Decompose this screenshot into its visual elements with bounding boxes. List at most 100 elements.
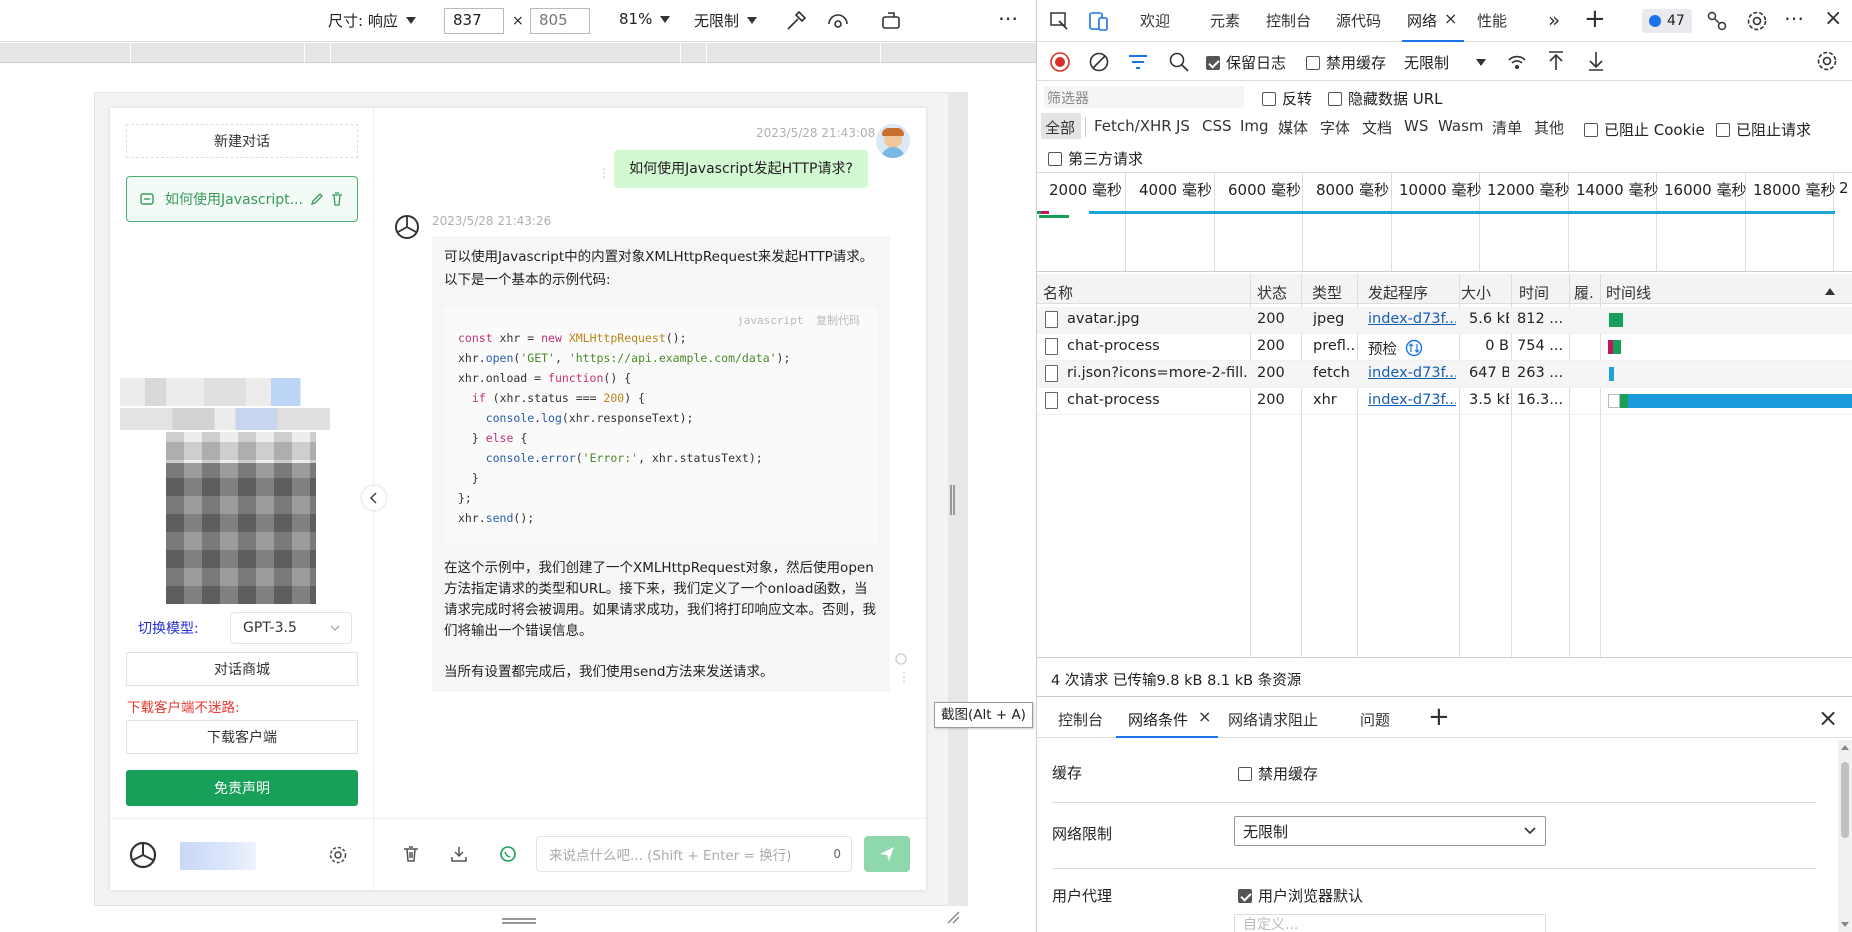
filter-input[interactable]: 筛选器 [1044,86,1244,108]
type-filter-js[interactable]: JS [1176,117,1190,135]
tab-network[interactable]: 网络 [1407,10,1437,31]
collapse-sidebar-button[interactable] [362,486,386,510]
type-filter-manifest[interactable]: 清单 [1492,117,1522,138]
custom-user-agent-select[interactable]: 自定义... [1234,914,1546,932]
type-filter-fetch[interactable]: Fetch/XHR [1094,117,1172,135]
throttle-dropdown[interactable]: 无限制 [694,10,758,31]
column-status[interactable]: 状态 [1257,282,1287,303]
width-input[interactable]: 837 [444,8,504,34]
type-filter-wasm[interactable]: Wasm [1438,117,1484,135]
drawer-tab-request-blocking[interactable]: 网络请求阻止 [1228,709,1318,730]
resize-handle-right[interactable] [950,485,955,515]
tab-performance[interactable]: 性能 [1477,10,1507,31]
column-size[interactable]: 大小 [1461,282,1491,303]
device-emulation-icon[interactable] [1088,9,1110,33]
whatsapp-icon[interactable] [499,845,517,863]
disclaimer-button[interactable]: 免责声明 [126,770,358,806]
row-initiator-link[interactable]: index-d73f... [1368,365,1456,381]
row-initiator-link[interactable]: index-d73f... [1368,311,1456,327]
message-menu-icon[interactable]: ⋮ [898,671,910,683]
chat-input[interactable]: 来说点什么吧... (Shift + Enter = 换行) 0 [536,836,852,872]
user-agent-default-checkbox[interactable]: 用户浏览器默认 [1238,885,1363,906]
filter-icon[interactable] [1128,53,1148,71]
import-har-icon[interactable] [1546,50,1566,72]
network-throttle-select[interactable]: 无限制 [1234,816,1546,846]
tab-sources[interactable]: 源代码 [1336,10,1381,31]
new-chat-button[interactable]: 新建对话 [126,124,358,158]
tab-console[interactable]: 控制台 [1266,10,1311,31]
more-options-icon[interactable]: ⋯ [998,6,1018,30]
drawer-tab-issues[interactable]: 问题 [1360,709,1390,730]
model-select[interactable]: GPT-3.5 [230,612,352,644]
delete-icon[interactable] [329,191,345,207]
sensor-icon[interactable] [826,10,850,32]
disable-cache-checkbox[interactable]: 禁用缓存 [1306,52,1386,73]
hide-data-url-checkbox[interactable]: 隐藏数据 URL [1328,88,1443,109]
more-options-icon[interactable]: ⋯ [1784,6,1804,30]
rotate-device-icon[interactable] [880,9,904,31]
drawer-tab-network-conditions[interactable]: 网络条件 [1128,709,1188,730]
column-initiator[interactable]: 发起程序 [1368,282,1428,303]
invert-checkbox[interactable]: 反转 [1262,88,1312,109]
resize-handle-bottom[interactable] [502,918,536,924]
copy-code-button[interactable]: 复制代码 [816,314,860,327]
drawer-scrollbar[interactable] [1838,740,1852,932]
add-tab-icon[interactable]: + [1428,702,1450,732]
type-filter-css[interactable]: CSS [1202,117,1232,135]
chat-item-active[interactable]: 如何使用Javascript... [126,176,358,222]
type-filter-doc[interactable]: 文档 [1362,117,1392,138]
record-stop-icon[interactable] [1049,51,1071,73]
connections-icon[interactable] [1706,10,1728,32]
close-tab-icon[interactable]: × [1198,707,1211,726]
resize-corner-icon[interactable] [946,910,960,924]
media-query-ruler[interactable] [0,43,1036,63]
scroll-down-icon[interactable] [1838,920,1852,930]
throttle-select[interactable]: 无限制 [1404,52,1486,73]
table-row[interactable]: ri.json?icons=more-2-fill... 200 fetch i… [1037,361,1852,388]
edit-icon[interactable] [309,191,325,207]
dimensions-dropdown[interactable]: 尺寸: 响应 [328,10,416,31]
table-row[interactable]: avatar.jpg 200 jpeg index-d73f... 5.6 kB… [1037,307,1852,334]
column-fulfilled[interactable]: 履. [1574,282,1594,303]
drawer-tab-console[interactable]: 控制台 [1058,709,1103,730]
third-party-checkbox[interactable]: 第三方请求 [1048,148,1143,169]
network-overview[interactable]: 2000 毫秒 4000 毫秒 6000 毫秒 8000 毫秒 10000 毫秒… [1037,172,1852,272]
blocked-requests-checkbox[interactable]: 已阻止请求 [1716,119,1811,140]
disable-cache-drawer-checkbox[interactable]: 禁用缓存 [1238,763,1318,784]
download-icon[interactable] [450,845,468,863]
chat-store-button[interactable]: 对话商城 [126,652,358,686]
close-drawer-icon[interactable]: × [1818,704,1838,732]
row-initiator-link[interactable]: index-d73f... [1368,392,1456,408]
more-tabs-icon[interactable]: » [1548,8,1560,32]
scroll-up-icon[interactable] [1838,742,1852,752]
export-har-icon[interactable] [1586,50,1606,72]
settings-gear-icon[interactable] [328,845,348,865]
settings-gear-icon[interactable] [1746,10,1768,32]
search-icon[interactable] [1168,51,1190,73]
tab-elements[interactable]: 元素 [1210,10,1240,31]
download-client-button[interactable]: 下载客户端 [126,720,358,754]
send-button[interactable] [864,836,910,872]
preflight-icon[interactable] [1405,339,1423,357]
type-filter-ws[interactable]: WS [1404,117,1428,135]
clear-icon[interactable] [1088,51,1110,73]
network-conditions-icon[interactable] [1506,51,1528,73]
column-type[interactable]: 类型 [1312,282,1342,303]
eyedropper-icon[interactable] [784,9,806,33]
column-name[interactable]: 名称 [1043,282,1073,303]
tab-welcome[interactable]: 欢迎 [1140,10,1170,31]
table-row[interactable]: chat-process 200 xhr index-d73f... 3.5 k… [1037,388,1852,415]
scrollbar-thumb[interactable] [1841,762,1849,838]
blocked-cookies-checkbox[interactable]: 已阻止 Cookie [1584,119,1705,140]
table-row[interactable]: chat-process 200 prefl... 预检 0 B 754 ... [1037,334,1852,361]
inspect-element-icon[interactable] [1048,10,1070,32]
close-devtools-icon[interactable]: × [1824,6,1842,31]
type-filter-font[interactable]: 字体 [1320,117,1350,138]
type-filter-other[interactable]: 其他 [1534,117,1564,138]
type-filter-img[interactable]: Img [1240,117,1269,135]
add-tab-icon[interactable]: + [1584,4,1606,34]
column-waterfall[interactable]: 时间线 [1606,282,1651,303]
close-tab-icon[interactable]: × [1444,9,1457,28]
issues-counter[interactable]: 47 [1642,9,1692,33]
preserve-log-checkbox[interactable]: 保留日志 [1206,52,1286,73]
